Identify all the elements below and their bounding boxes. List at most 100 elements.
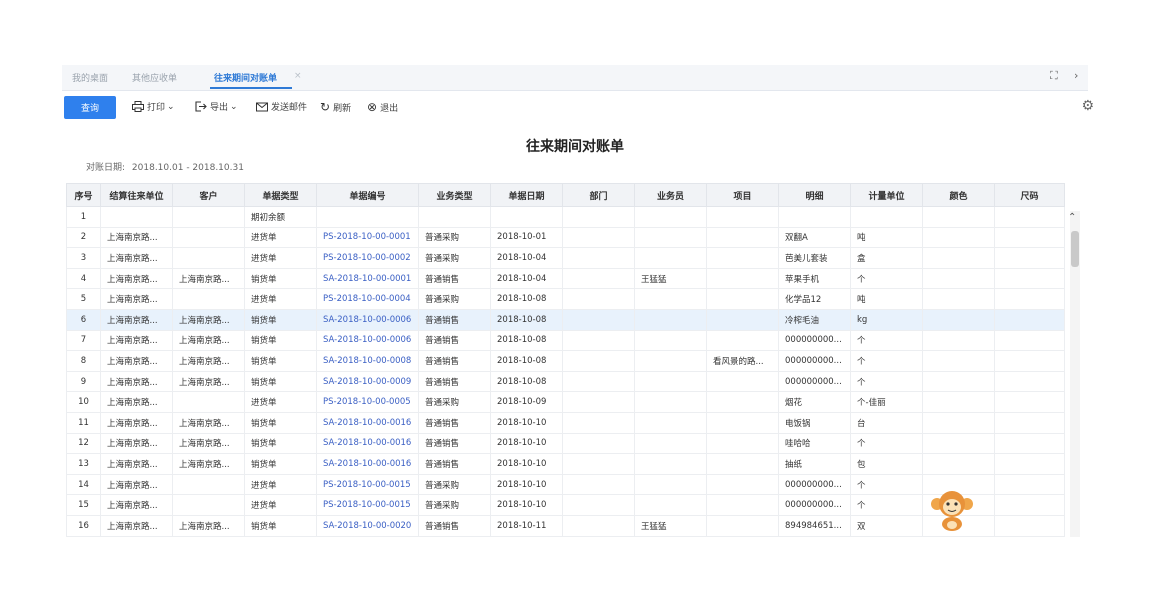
table-row[interactable]: 9 上海南京路... 上海南京路... 销货单 SA-2018-10-00-0009 普通…	[66, 370, 1065, 393]
table-row[interactable]: 16 上海南京路... 上海南京路... 销货单 SA-2018-10-00-0020 普…	[66, 514, 1065, 537]
exit-button[interactable]: ⊗ 退出	[367, 100, 398, 114]
send-email-button[interactable]: 发送邮件	[256, 100, 307, 113]
table-cell: 上海南京路...	[172, 267, 245, 290]
document-number-link[interactable]: SA-2018-10-00-0020	[316, 514, 419, 537]
table-cell	[850, 206, 923, 228]
column-header[interactable]: 尺码	[994, 183, 1065, 207]
fullscreen-icon[interactable]: ⛶	[1050, 69, 1058, 83]
column-header[interactable]: 单据日期	[490, 183, 563, 207]
document-number-link[interactable]: SA-2018-10-00-0008	[316, 350, 419, 372]
document-number-link[interactable]: PS-2018-10-00-0005	[316, 391, 419, 413]
table-cell	[562, 370, 635, 393]
table-cell	[634, 453, 707, 475]
table-cell	[562, 391, 635, 413]
table-cell: 个-佳丽	[850, 391, 923, 413]
row-number-cell: 13	[66, 453, 101, 475]
table-row[interactable]: 11 上海南京路... 上海南京路... 销货单 SA-2018-10-00-0016 普…	[66, 411, 1065, 434]
refresh-button[interactable]: ↻ 刷新	[320, 100, 351, 114]
table-row[interactable]: 13 上海南京路... 上海南京路... 销货单 SA-2018-10-00-0016 普…	[66, 453, 1065, 475]
document-number-link[interactable]: SA-2018-10-00-0006	[316, 308, 419, 331]
document-number-link[interactable]: SA-2018-10-00-0009	[316, 370, 419, 393]
column-header[interactable]: 业务员	[634, 183, 707, 207]
settings-icon[interactable]: ⚙	[1081, 98, 1094, 114]
table-cell	[172, 226, 245, 249]
table-row[interactable]: 1 期初余额	[66, 206, 1065, 228]
table-cell	[922, 370, 995, 393]
table-cell: 上海南京路...	[100, 267, 173, 290]
table-cell	[922, 411, 995, 434]
query-button[interactable]: 查询	[64, 96, 116, 119]
table-cell	[994, 453, 1065, 475]
date-value: 2018.10.01 - 2018.10.31	[131, 163, 244, 173]
document-number-link[interactable]: SA-2018-10-00-0006	[316, 329, 419, 352]
table-cell: 2018-10-10	[490, 473, 563, 496]
document-number-link[interactable]: PS-2018-10-00-0015	[316, 494, 419, 516]
column-header[interactable]: 项目	[706, 183, 779, 207]
table-cell: 上海南京路...	[100, 247, 173, 269]
table-cell: 2018-10-08	[490, 370, 563, 393]
tab-desktop[interactable]: 我的桌面	[72, 71, 108, 84]
table-row[interactable]: 3 上海南京路... 进货单 PS-2018-10-00-0002 普通采购 2018-1…	[66, 247, 1065, 269]
table-cell: 销货单	[244, 432, 317, 455]
document-number-link[interactable]: SA-2018-10-00-0001	[316, 267, 419, 290]
table-row[interactable]: 15 上海南京路... 进货单 PS-2018-10-00-0015 普通采购 2018-…	[66, 494, 1065, 516]
column-header[interactable]: 业务类型	[418, 183, 491, 207]
vertical-scrollbar[interactable]	[1070, 211, 1080, 537]
table-cell: 销货单	[244, 514, 317, 537]
table-row[interactable]: 2 上海南京路... 进货单 PS-2018-10-00-0001 普通采购 2018-1…	[66, 226, 1065, 249]
table-cell: 上海南京路...	[172, 432, 245, 455]
document-number-link[interactable]: PS-2018-10-00-0001	[316, 226, 419, 249]
table-row[interactable]: 14 上海南京路... 进货单 PS-2018-10-00-0015 普通采购 2018-…	[66, 473, 1065, 496]
tab-period-statement[interactable]: 往来期间对账单	[214, 71, 277, 84]
table-cell	[994, 206, 1065, 228]
document-number-link[interactable]: SA-2018-10-00-0016	[316, 453, 419, 475]
column-header[interactable]: 计量单位	[850, 183, 923, 207]
table-cell: 普通销售	[418, 411, 491, 434]
table-row[interactable]: 7 上海南京路... 上海南京路... 销货单 SA-2018-10-00-0006 普通…	[66, 329, 1065, 352]
table-cell	[634, 329, 707, 352]
table-row[interactable]: 4 上海南京路... 上海南京路... 销货单 SA-2018-10-00-0001 普通…	[66, 267, 1065, 290]
print-button[interactable]: 打印 ⌄	[132, 100, 175, 113]
table-cell	[922, 432, 995, 455]
table-row[interactable]: 5 上海南京路... 进货单 PS-2018-10-00-0004 普通采购 2018-1…	[66, 288, 1065, 310]
column-header[interactable]: 单据类型	[244, 183, 317, 207]
table-row[interactable]: 10 上海南京路... 进货单 PS-2018-10-00-0005 普通采购 2018-…	[66, 391, 1065, 413]
document-number-link[interactable]: SA-2018-10-00-0016	[316, 432, 419, 455]
table-cell: 上海南京路...	[172, 370, 245, 393]
table-row[interactable]: 6 上海南京路... 上海南京路... 销货单 SA-2018-10-00-0006 普通…	[66, 308, 1065, 331]
table-cell	[706, 288, 779, 310]
table-cell	[172, 473, 245, 496]
document-number-link[interactable]	[316, 206, 419, 228]
row-number-cell: 16	[66, 514, 101, 537]
export-button[interactable]: 导出 ⌄	[195, 100, 238, 113]
row-number-cell: 10	[66, 391, 101, 413]
document-number-link[interactable]: PS-2018-10-00-0004	[316, 288, 419, 310]
scroll-up-icon[interactable]: ⌃	[1068, 212, 1076, 223]
table-cell	[634, 288, 707, 310]
scrollbar-thumb[interactable]	[1071, 231, 1079, 267]
table-cell: 普通销售	[418, 329, 491, 352]
tab-bar: 我的桌面 其他应收单 往来期间对账单 × ⛶ ›	[62, 65, 1088, 91]
table-cell	[922, 226, 995, 249]
column-header[interactable]: 单据编号	[316, 183, 419, 207]
table-row[interactable]: 8 上海南京路... 上海南京路... 销货单 SA-2018-10-00-0008 普通…	[66, 350, 1065, 372]
chevron-right-icon[interactable]: ›	[1074, 69, 1078, 82]
document-number-link[interactable]: PS-2018-10-00-0002	[316, 247, 419, 269]
column-header[interactable]: 结算往来单位	[100, 183, 173, 207]
tab-other-receivables[interactable]: 其他应收单	[132, 71, 177, 84]
column-header[interactable]: 部门	[562, 183, 635, 207]
document-number-link[interactable]: SA-2018-10-00-0016	[316, 411, 419, 434]
close-tab-icon[interactable]: ×	[294, 71, 302, 81]
table-cell: 894984651...	[778, 514, 851, 537]
column-header[interactable]: 颜色	[922, 183, 995, 207]
table-cell	[922, 308, 995, 331]
column-header[interactable]: 序号	[66, 183, 101, 207]
column-header[interactable]: 明细	[778, 183, 851, 207]
chevron-down-icon: ⌄	[230, 101, 238, 112]
table-cell: 普通销售	[418, 514, 491, 537]
app-window: 我的桌面 其他应收单 往来期间对账单 × ⛶ › 查询 打印 ⌄ 导出 ⌄ 发送…	[62, 65, 1094, 537]
document-number-link[interactable]: PS-2018-10-00-0015	[316, 473, 419, 496]
table-cell	[562, 494, 635, 516]
table-row[interactable]: 12 上海南京路... 上海南京路... 销货单 SA-2018-10-00-0016 普…	[66, 432, 1065, 455]
column-header[interactable]: 客户	[172, 183, 245, 207]
